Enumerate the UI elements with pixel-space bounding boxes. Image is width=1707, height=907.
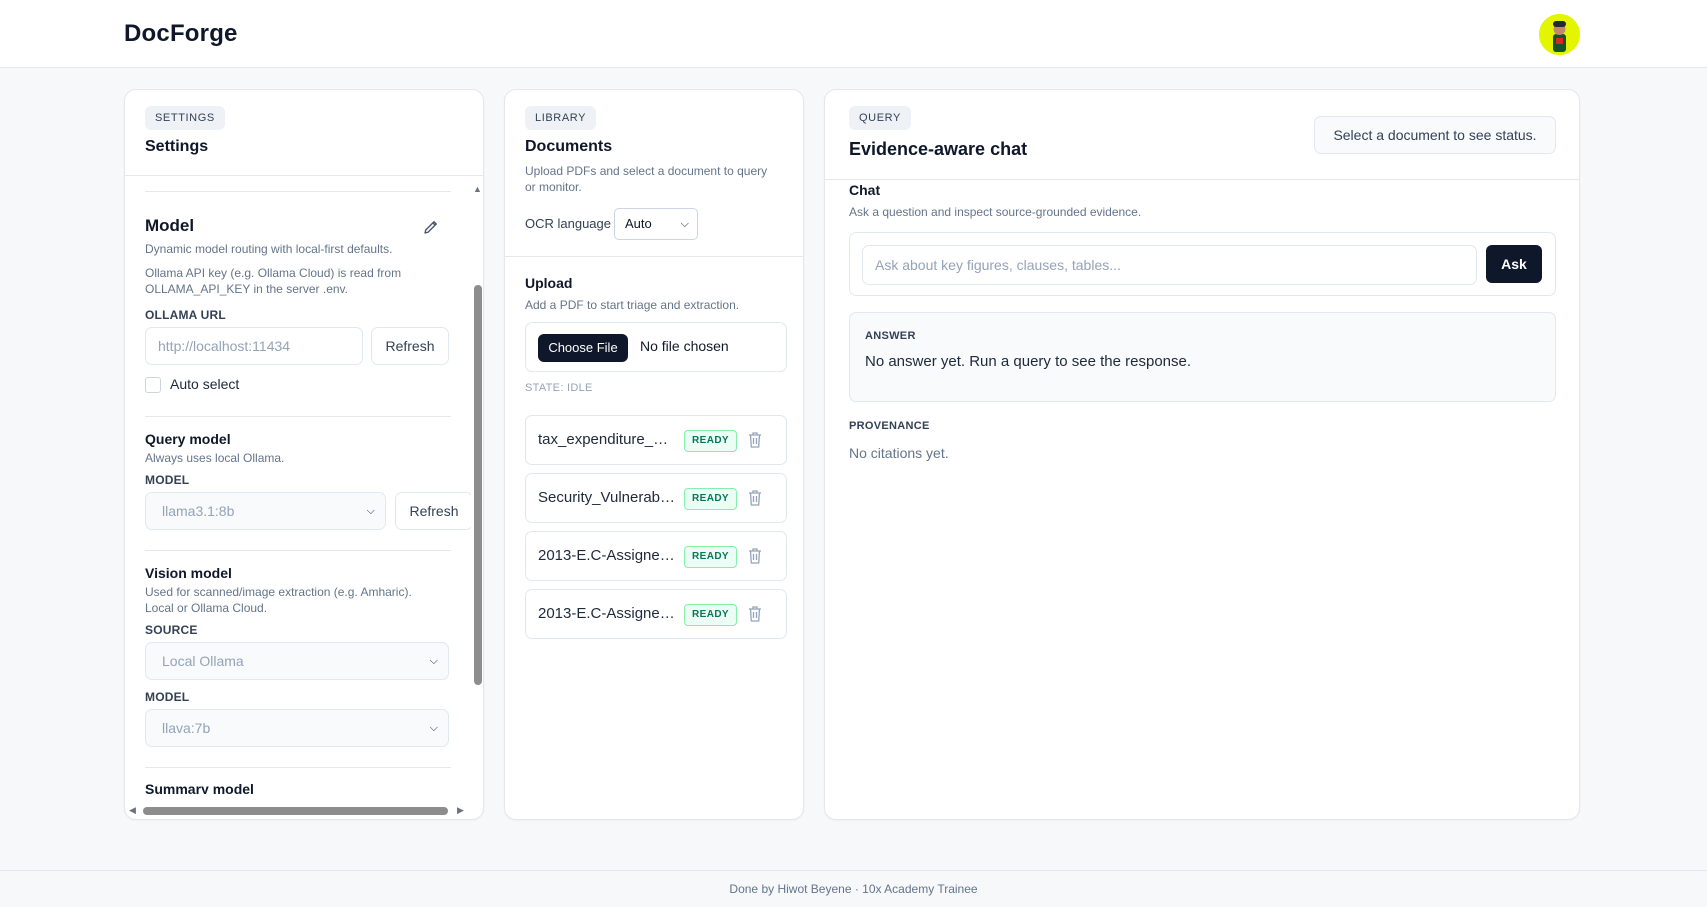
avatar-icon — [1539, 14, 1580, 55]
vision-source-value: Local Ollama — [162, 653, 244, 669]
section-divider — [145, 191, 451, 192]
footer: Done by Hiwot Beyene · 10x Academy Train… — [0, 870, 1707, 907]
document-row[interactable]: tax_expenditure_ethiopia_2021-22.pdf REA… — [525, 415, 787, 465]
query-model-value: llama3.1:8b — [162, 503, 235, 519]
settings-scroll-area[interactable]: Model Dynamic model routing with local-f… — [125, 175, 471, 794]
settings-pill: SETTINGS — [145, 106, 225, 130]
refresh-models-button[interactable]: Refresh — [371, 327, 449, 365]
choose-file-button[interactable]: Choose File — [538, 334, 628, 362]
section-divider — [145, 550, 451, 551]
query-model-title: Query model — [145, 431, 231, 447]
provenance-label: PROVENANCE — [849, 420, 930, 432]
document-name: Security_Vulnerability_Disclosure.pdf — [538, 489, 676, 506]
file-upload-input[interactable]: Choose File No file chosen — [525, 322, 787, 372]
vertical-scrollbar[interactable]: ▲ ▼ — [471, 184, 483, 810]
chevron-down-icon: ⌵ — [429, 722, 438, 734]
document-row[interactable]: Security_Vulnerability_Disclosure.pdf RE… — [525, 473, 787, 523]
vertical-scroll-thumb[interactable] — [474, 285, 482, 685]
top-bar: DocForge — [0, 0, 1707, 68]
query-model-select[interactable]: llama3.1:8b ⌵ — [145, 492, 386, 530]
ask-button[interactable]: Ask — [1486, 245, 1542, 283]
settings-title: Settings — [145, 138, 209, 155]
library-divider — [505, 256, 803, 257]
chevron-down-icon: ⌵ — [429, 655, 438, 667]
trash-icon[interactable] — [747, 605, 763, 623]
library-card: LIBRARY Documents Upload PDFs and select… — [504, 89, 804, 820]
vision-model-description: Used for scanned/image extraction (e.g. … — [145, 585, 412, 615]
ocr-language-label: OCR language — [525, 216, 611, 231]
library-pill: LIBRARY — [525, 106, 597, 130]
auto-select-label: Auto select — [170, 376, 240, 392]
trash-icon[interactable] — [747, 431, 763, 449]
documents-title: Documents — [525, 138, 613, 155]
ocr-language-select[interactable]: Auto ⌵ — [614, 208, 698, 240]
answer-panel: ANSWER No answer yet. Run a query to see… — [849, 312, 1556, 402]
model-description: Dynamic model routing with local-first d… — [145, 242, 393, 256]
vision-model-select[interactable]: llava:7b ⌵ — [145, 709, 449, 747]
no-file-label: No file chosen — [640, 338, 729, 354]
chat-title: Chat — [849, 182, 881, 198]
document-name: tax_expenditure_ethiopia_2021-22.pdf — [538, 431, 676, 448]
horizontal-scroll-thumb[interactable] — [143, 807, 448, 815]
model-section-title: Model — [145, 216, 195, 235]
scroll-right-arrow-icon[interactable]: ▶ — [457, 805, 464, 816]
brand-logo[interactable]: DocForge — [124, 20, 238, 48]
upload-state: STATE: IDLE — [525, 382, 593, 394]
section-divider — [145, 416, 451, 417]
query-header-divider — [825, 179, 1579, 180]
answer-label: ANSWER — [865, 330, 916, 342]
trash-icon[interactable] — [747, 489, 763, 507]
ollama-url-input[interactable]: http://localhost:11434 — [145, 327, 363, 365]
ask-form: Ask about key figures, clauses, tables..… — [849, 232, 1556, 296]
upload-description: Add a PDF to start triage and extraction… — [525, 298, 740, 312]
provenance-text: No citations yet. — [849, 445, 949, 461]
user-avatar[interactable] — [1539, 14, 1580, 55]
question-input[interactable]: Ask about key figures, clauses, tables..… — [862, 245, 1477, 285]
query-pill: QUERY — [849, 106, 911, 130]
query-card: QUERY Evidence-aware chat Select a docum… — [824, 89, 1580, 820]
answer-text: No answer yet. Run a query to see the re… — [865, 353, 1192, 370]
documents-description: Upload PDFs and select a document to que… — [525, 164, 768, 194]
pencil-icon[interactable] — [422, 218, 440, 236]
section-divider — [145, 767, 451, 768]
api-key-note: Ollama API key (e.g. Ollama Cloud) is re… — [145, 266, 402, 296]
settings-card: SETTINGS Settings Model Dynamic model ro… — [124, 89, 484, 820]
query-model-label: MODEL — [145, 473, 189, 487]
status-badge: READY — [684, 604, 738, 626]
vision-model-value: llava:7b — [162, 720, 211, 736]
auto-select-checkbox[interactable] — [145, 377, 161, 393]
trash-icon[interactable] — [747, 547, 763, 565]
query-model-description: Always uses local Ollama. — [145, 451, 285, 465]
document-row[interactable]: 2013-E.C-Assigned-regular-budget.pdf REA… — [525, 531, 787, 581]
summary-model-title: Summary model — [145, 781, 254, 794]
footer-credit: Done by Hiwot Beyene · 10x Academy Train… — [729, 882, 978, 896]
document-row[interactable]: 2013-E.C-Assigned-capital-budget.pdf REA… — [525, 589, 787, 639]
status-badge: READY — [684, 546, 738, 568]
scroll-left-arrow-icon[interactable]: ◀ — [129, 805, 136, 816]
ollama-url-label: OLLAMA URL — [145, 308, 226, 322]
chat-description: Ask a question and inspect source-ground… — [849, 205, 1142, 219]
vision-model-title: Vision model — [145, 565, 232, 581]
document-name: 2013-E.C-Assigned-regular-budget.pdf — [538, 547, 676, 564]
horizontal-scrollbar[interactable]: ◀ ▶ — [125, 805, 471, 818]
ocr-language-value: Auto — [625, 216, 652, 231]
vision-source-label: SOURCE — [145, 623, 198, 637]
vision-source-select[interactable]: Local Ollama ⌵ — [145, 642, 449, 680]
status-badge: READY — [684, 488, 738, 510]
query-model-label-text: MODEL — [145, 473, 190, 487]
refresh-query-models-button[interactable]: Refresh — [395, 492, 471, 530]
document-status-box: Select a document to see status. — [1314, 116, 1556, 154]
document-name: 2013-E.C-Assigned-capital-budget.pdf — [538, 605, 676, 622]
vision-model-label: MODEL — [145, 690, 190, 704]
upload-title: Upload — [525, 275, 573, 291]
status-badge: READY — [684, 430, 738, 452]
chat-panel-title: Evidence-aware chat — [849, 139, 1028, 159]
chevron-down-icon: ⌵ — [680, 218, 689, 230]
scroll-up-arrow-icon[interactable]: ▲ — [473, 184, 482, 194]
chevron-down-icon: ⌵ — [366, 505, 375, 517]
